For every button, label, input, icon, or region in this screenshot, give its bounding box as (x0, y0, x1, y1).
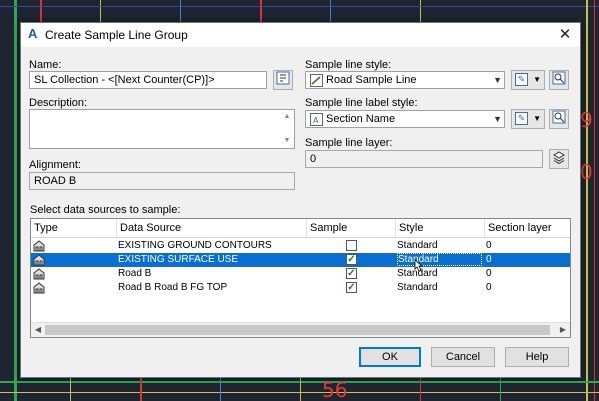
preview-icon (552, 110, 566, 124)
corridor-surface-icon (33, 268, 45, 280)
sample-line-style-select[interactable]: Road Sample Line ▼ (305, 71, 505, 89)
sample-line-label-style-select[interactable]: A Section Name ▼ (305, 110, 505, 128)
section-layer-cell[interactable]: 0 (486, 239, 492, 253)
sample-line-style-label: Sample line style: (305, 59, 392, 71)
scrollbar-thumb[interactable] (45, 325, 550, 335)
create-sample-line-group-dialog: A Create Sample Line Group ✕ Name: SL Co… (20, 22, 581, 378)
help-button[interactable]: Help (505, 347, 569, 367)
chevron-down-icon: ▼ (533, 114, 541, 123)
table-row[interactable]: Road B ✓ Standard 0 (31, 267, 570, 281)
name-template-icon (276, 71, 290, 85)
horizontal-scrollbar[interactable]: ◀ ▶ (31, 322, 570, 337)
chevron-down-icon: ▼ (533, 75, 541, 84)
sample-line-label-style-label: Sample line label style: (305, 97, 418, 109)
cancel-button[interactable]: Cancel (431, 347, 495, 367)
dialog-title: Create Sample Line Group (45, 28, 188, 42)
section-layer-cell[interactable]: 0 (486, 253, 492, 267)
column-header-data-source[interactable]: Data Source (117, 219, 307, 237)
style-cell[interactable]: Standard (397, 253, 482, 266)
label-style-preview-button[interactable] (549, 109, 569, 129)
table-header: Type Data Source Sample Style Section la… (31, 219, 570, 238)
mouse-cursor-icon (414, 259, 424, 272)
data-source-name: EXISTING GROUND CONTOURS (118, 240, 272, 251)
layers-icon (553, 151, 565, 165)
table-row[interactable]: EXISTING GROUND CONTOURS Standard 0 (31, 239, 570, 253)
style-cell[interactable]: Standard (397, 281, 438, 295)
sample-line-style-edit-button[interactable]: ✎ ▼ (511, 70, 545, 90)
svg-text:A: A (313, 116, 319, 125)
description-textarea[interactable]: ▲ ▼ (29, 109, 295, 149)
preview-icon (552, 71, 566, 85)
table-row[interactable]: Road B Road B FG TOP ✓ Standard 0 (31, 281, 570, 295)
name-template-button[interactable] (273, 70, 293, 90)
column-header-type[interactable]: Type (31, 219, 117, 237)
edit-style-icon: ✎ (515, 73, 528, 86)
scroll-right-icon[interactable]: ▶ (557, 324, 569, 336)
section-layer-cell[interactable]: 0 (486, 281, 492, 295)
name-label: Name: (29, 59, 62, 71)
chevron-down-icon: ▼ (493, 75, 502, 85)
style-cell[interactable]: Standard (397, 239, 438, 253)
data-source-name: Road B Road B FG TOP (118, 282, 228, 293)
sample-line-style-value: Road Sample Line (326, 74, 417, 86)
chevron-down-icon: ▼ (493, 114, 502, 124)
style-icon (310, 74, 323, 87)
section-layer-cell[interactable]: 0 (486, 267, 492, 281)
column-header-section-layer[interactable]: Section layer (485, 219, 570, 237)
alignment-field: ROAD B (29, 172, 295, 190)
column-header-sample[interactable]: Sample (307, 219, 396, 237)
cad-label: 0 (580, 160, 593, 184)
label-style-icon: A (310, 113, 323, 126)
column-header-style[interactable]: Style (396, 219, 485, 237)
sample-line-layer-label: Sample line layer: (305, 137, 393, 149)
scroll-left-icon[interactable]: ◀ (32, 324, 44, 336)
layer-button[interactable] (549, 149, 569, 169)
alignment-label: Alignment: (29, 159, 81, 171)
surface-icon (33, 240, 45, 252)
dialog-titlebar[interactable]: A Create Sample Line Group ✕ (21, 23, 580, 47)
name-input[interactable]: SL Collection - <[Next Counter(CP)]> (29, 71, 267, 89)
sample-checkbox[interactable]: ✓ (346, 268, 357, 279)
sample-line-label-style-value: Section Name (326, 113, 396, 125)
sample-line-layer-field: 0 (305, 150, 543, 168)
scroll-up-icon[interactable]: ▲ (281, 111, 293, 123)
data-source-name: Road B (118, 268, 152, 279)
data-sources-table: Type Data Source Sample Style Section la… (30, 218, 571, 338)
close-button[interactable]: ✕ (550, 23, 580, 47)
label-style-edit-button[interactable]: ✎ ▼ (511, 109, 545, 129)
sample-checkbox[interactable] (346, 240, 357, 251)
cad-label: 56 (322, 378, 348, 401)
table-row-selected[interactable]: EXISTING SURFACE USE ✓ Standard 0 (31, 253, 570, 267)
sample-line-style-preview-button[interactable] (549, 70, 569, 90)
sample-checkbox[interactable]: ✓ (346, 254, 357, 265)
data-sources-label: Select data sources to sample: (30, 204, 181, 216)
edit-style-icon: ✎ (515, 112, 528, 125)
ok-button[interactable]: OK (359, 347, 421, 367)
corridor-surface-icon (33, 282, 45, 294)
description-label: Description: (29, 97, 88, 109)
surface-icon (33, 254, 45, 266)
civil3d-app-icon: A (28, 26, 38, 41)
cad-label: 9 (580, 108, 593, 132)
scroll-down-icon[interactable]: ▼ (281, 135, 293, 147)
data-source-name: EXISTING SURFACE USE (118, 254, 239, 265)
sample-checkbox[interactable]: ✓ (346, 282, 357, 293)
